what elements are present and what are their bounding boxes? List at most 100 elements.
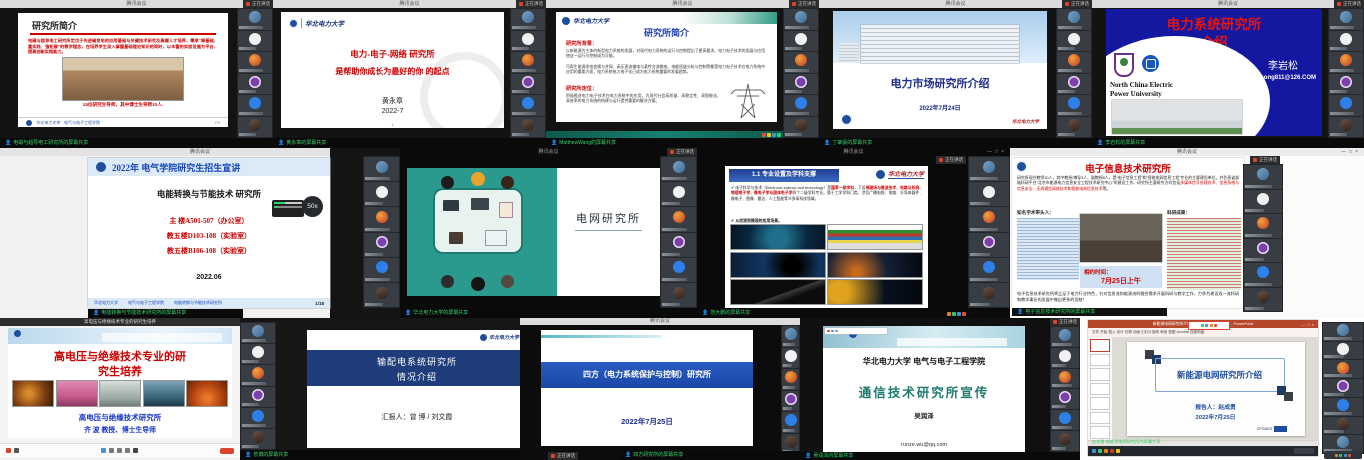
participant-strip[interactable]	[968, 156, 1010, 308]
ppt-window-controls[interactable]: —□×	[1301, 322, 1316, 327]
toolbar-icon[interactable]	[772, 133, 776, 137]
close-button[interactable]: ×	[1355, 149, 1361, 155]
participant-thumbnail[interactable]	[969, 157, 1009, 181]
participant-thumbnail[interactable]	[782, 412, 799, 433]
participant-thumbnail[interactable]	[784, 117, 818, 138]
participant-thumbnail[interactable]	[511, 52, 545, 73]
toolbar-icon[interactable]	[1344, 454, 1347, 457]
toolbar-icon[interactable]	[767, 133, 771, 137]
participant-thumbnail[interactable]	[1244, 165, 1282, 189]
participant-thumbnail[interactable]	[241, 344, 275, 364]
participant-thumbnail[interactable]	[1051, 327, 1079, 347]
participant-thumbnail[interactable]	[1323, 360, 1363, 378]
invite-icon[interactable]	[109, 448, 114, 453]
participant-strip[interactable]	[1056, 8, 1092, 138]
end-share-icon[interactable]	[1214, 324, 1217, 327]
participant-thumbnail[interactable]	[969, 283, 1009, 307]
participant-thumbnail[interactable]	[1323, 398, 1363, 416]
participant-thumbnail[interactable]	[1329, 74, 1363, 95]
participant-thumbnail[interactable]	[661, 157, 696, 181]
participant-thumbnail[interactable]	[1057, 117, 1091, 138]
participant-thumbnail[interactable]	[241, 387, 275, 407]
participant-thumbnail[interactable]	[364, 182, 399, 206]
participant-thumbnail[interactable]	[238, 9, 272, 30]
participant-thumbnail[interactable]	[511, 95, 545, 116]
participant-thumbnail[interactable]	[1323, 379, 1363, 397]
participant-strip[interactable]	[1322, 322, 1364, 454]
ppt-slide-thumb[interactable]	[1090, 368, 1110, 381]
window-controls[interactable]: —□×	[1341, 149, 1361, 155]
participant-thumbnail[interactable]	[1051, 410, 1079, 430]
record-icon[interactable]	[827, 330, 830, 333]
participant-thumbnail[interactable]	[969, 233, 1009, 257]
floating-share-toolbar[interactable]	[947, 312, 966, 316]
participant-thumbnail[interactable]	[661, 207, 696, 231]
chat-icon[interactable]	[125, 448, 130, 453]
settings-gear-icon[interactable]	[133, 448, 138, 453]
floating-share-toolbar[interactable]	[1324, 451, 1362, 459]
toolbar-icon[interactable]	[831, 330, 834, 333]
participant-thumbnail[interactable]	[511, 31, 545, 52]
participant-thumbnail[interactable]	[1057, 74, 1091, 95]
participant-thumbnail[interactable]	[364, 157, 399, 181]
toolbar-icon[interactable]	[1348, 454, 1351, 457]
participant-thumbnail[interactable]	[782, 326, 799, 347]
participant-thumbnail[interactable]	[238, 52, 272, 73]
participant-thumbnail[interactable]	[782, 391, 799, 412]
ppt-slide-thumb[interactable]	[1090, 383, 1110, 396]
participant-thumbnail[interactable]	[784, 52, 818, 73]
participant-thumbnail[interactable]	[1057, 52, 1091, 73]
participant-strip[interactable]	[783, 8, 819, 138]
window-controls[interactable]: —□×	[987, 149, 1007, 155]
participant-thumbnail[interactable]	[511, 117, 545, 138]
participant-thumbnail[interactable]	[969, 182, 1009, 206]
participant-thumbnail[interactable]	[1323, 323, 1363, 341]
toolbar-icon[interactable]	[952, 312, 956, 316]
ppt-slide-thumb-selected[interactable]	[1090, 339, 1110, 352]
participant-strip[interactable]	[781, 325, 800, 455]
participant-thumbnail[interactable]	[1057, 95, 1091, 116]
participant-thumbnail[interactable]	[241, 323, 275, 343]
participant-thumbnail[interactable]	[1244, 239, 1282, 263]
participant-thumbnail[interactable]	[661, 258, 696, 282]
share-screen-icon[interactable]	[101, 448, 106, 453]
participant-thumbnail[interactable]	[1329, 9, 1363, 30]
close-button[interactable]: ×	[1312, 322, 1316, 327]
participant-thumbnail[interactable]	[238, 117, 272, 138]
participant-thumbnail[interactable]	[1329, 95, 1363, 116]
participant-strip[interactable]	[1243, 164, 1283, 312]
participant-strip[interactable]	[237, 8, 273, 138]
participant-thumbnail[interactable]	[241, 429, 275, 449]
share-icon[interactable]	[1210, 324, 1213, 327]
participant-thumbnail[interactable]	[969, 258, 1009, 282]
participant-thumbnail[interactable]	[782, 348, 799, 369]
close-button[interactable]: ×	[1001, 149, 1007, 155]
participant-thumbnail[interactable]	[1051, 348, 1079, 368]
participant-strip[interactable]	[510, 8, 546, 138]
participant-strip[interactable]	[1050, 326, 1080, 452]
participant-thumbnail[interactable]	[1244, 288, 1282, 312]
participant-thumbnail[interactable]	[1244, 263, 1282, 287]
taskbar-app-icon[interactable]	[1116, 449, 1120, 453]
participant-thumbnail[interactable]	[784, 31, 818, 52]
participant-thumbnail[interactable]	[364, 283, 399, 307]
participant-thumbnail[interactable]	[1323, 417, 1363, 435]
camera-icon[interactable]	[14, 448, 19, 453]
ppt-slide-thumb[interactable]	[1090, 397, 1110, 410]
start-menu-icon[interactable]	[1092, 449, 1096, 453]
participant-strip[interactable]	[1328, 8, 1364, 138]
participant-thumbnail[interactable]	[511, 9, 545, 30]
ppt-slide-thumb[interactable]	[1090, 412, 1110, 425]
participant-thumbnail[interactable]	[1057, 9, 1091, 30]
leave-meeting-button[interactable]	[220, 448, 234, 454]
toolbar-icon[interactable]	[835, 330, 838, 333]
participant-thumbnail[interactable]	[1051, 389, 1079, 409]
participant-thumbnail[interactable]	[1323, 342, 1363, 360]
participant-thumbnail[interactable]	[1051, 369, 1079, 389]
participant-thumbnail[interactable]	[784, 9, 818, 30]
participant-thumbnail[interactable]	[1244, 190, 1282, 214]
participant-thumbnail[interactable]	[241, 365, 275, 385]
participant-thumbnail[interactable]	[782, 369, 799, 390]
ppt-thumbnail-panel[interactable]	[1088, 337, 1113, 441]
camera-icon[interactable]	[1205, 324, 1208, 327]
